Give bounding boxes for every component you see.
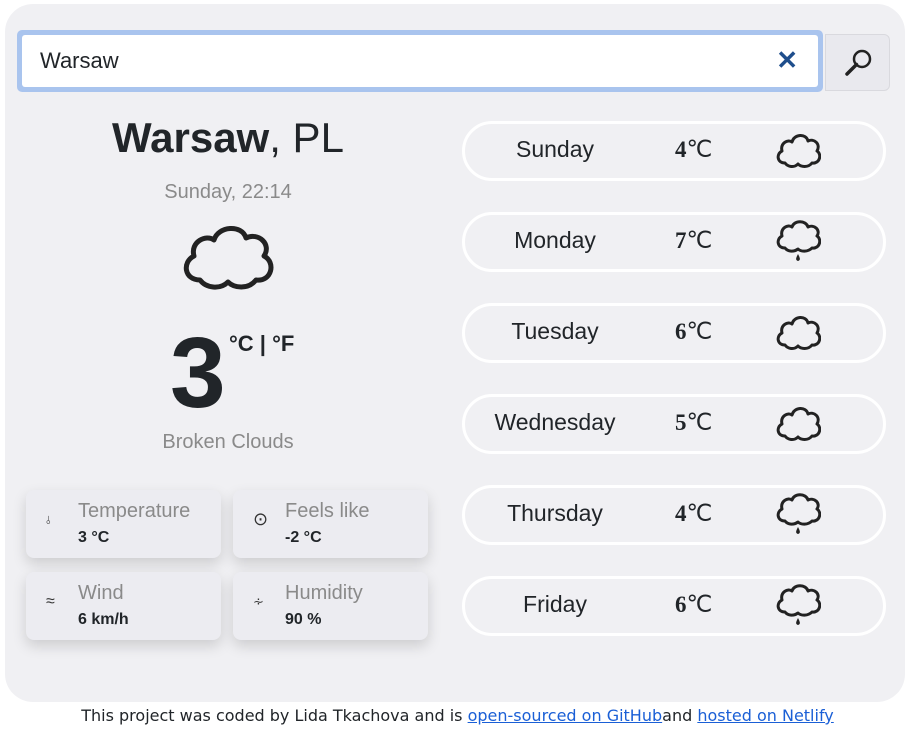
forecast-day-name: Friday: [523, 591, 587, 617]
detail-value: 6 km/h: [78, 611, 129, 628]
humidity-icon: ∻: [253, 594, 264, 609]
detail-feels-like: ⊙ Feels like -2 °C: [233, 490, 428, 558]
city-name: Warsaw: [112, 114, 270, 161]
rain-cloud-icon: [776, 493, 821, 534]
thermometer-icon: ⫰: [46, 515, 51, 527]
detail-label: Feels like: [285, 500, 370, 522]
detail-value: 90 %: [285, 611, 322, 628]
cloud-icon: [776, 407, 821, 441]
forecast-temperature: 5℃: [675, 410, 713, 435]
detail-label: Wind: [78, 582, 124, 604]
forecast-day: Monday 7℃: [462, 212, 886, 272]
forecast-temperature: 7℃: [675, 228, 713, 253]
country-code: , PL: [269, 114, 344, 161]
rain-cloud-icon: [776, 584, 821, 625]
footer-text: and: [662, 706, 698, 725]
search-input[interactable]: [22, 35, 818, 87]
footer-text: This project was coded by Lida Tkachova …: [81, 706, 468, 725]
detail-label: Humidity: [285, 582, 363, 604]
forecast-temperature: 4℃: [675, 501, 713, 526]
forecast-day: Friday 6℃: [462, 576, 886, 636]
close-icon[interactable]: ✕: [776, 47, 798, 73]
forecast-temperature: 6℃: [675, 319, 713, 344]
detail-humidity: ∻ Humidity 90 %: [233, 572, 428, 640]
weather-description: Broken Clouds: [162, 431, 294, 453]
detail-temperature: ⫰ Temperature 3 °C: [26, 490, 221, 558]
forecast-day: Thursday 4℃: [462, 485, 886, 545]
current-temperature: 3: [170, 317, 226, 429]
rain-cloud-icon: [776, 220, 821, 261]
github-link[interactable]: open-sourced on GitHub: [468, 706, 663, 725]
detail-value: -2 °C: [285, 529, 322, 546]
search-button[interactable]: [825, 34, 890, 91]
footer: This project was coded by Lida Tkachova …: [0, 706, 915, 725]
date-time: Sunday, 22:14: [164, 181, 292, 203]
forecast-day: Wednesday 5℃: [462, 394, 886, 454]
netlify-link[interactable]: hosted on Netlify: [697, 706, 833, 725]
cloud-icon: [776, 134, 821, 168]
forecast-day-name: Sunday: [515, 136, 594, 162]
forecast-day-name: Monday: [514, 227, 596, 253]
forecast-day-name: Thursday: [507, 500, 603, 526]
forecast-day-name: Tuesday: [511, 318, 599, 344]
wind-icon: ≈: [46, 593, 55, 610]
feels-like-icon: ⊙: [253, 509, 269, 529]
forecast-day: Sunday 4℃: [462, 121, 886, 181]
search-box: ✕: [17, 30, 823, 92]
unit-toggle[interactable]: °C | °F: [229, 331, 294, 357]
forecast-temperature: 4℃: [675, 137, 713, 162]
magnifier-icon: [844, 49, 871, 76]
forecast-day: Tuesday 6℃: [462, 303, 886, 363]
city-heading: Warsaw, PL: [28, 114, 428, 162]
detail-value: 3 °C: [78, 529, 110, 546]
cloud-icon: [776, 316, 821, 350]
detail-wind: ≈ Wind 6 km/h: [26, 572, 221, 640]
forecast-day-name: Wednesday: [494, 409, 616, 435]
cloud-icon: [183, 226, 274, 290]
forecast-temperature: 6℃: [675, 592, 713, 617]
detail-label: Temperature: [78, 500, 191, 522]
